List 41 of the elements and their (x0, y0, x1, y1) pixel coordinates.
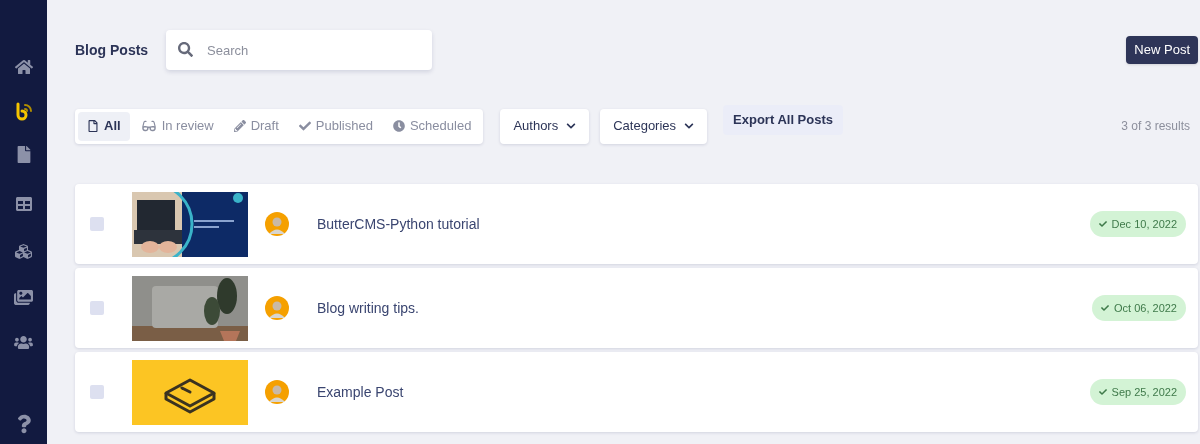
users-icon[interactable] (14, 335, 33, 350)
avatar (265, 380, 289, 404)
glasses-icon (140, 120, 157, 132)
date-badge: Dec 10, 2022 (1089, 211, 1186, 237)
checkbox[interactable] (90, 301, 104, 315)
post-title[interactable]: Example Post (317, 381, 404, 403)
avatar (265, 212, 289, 236)
post-row[interactable]: ButterCMS-Python tutorial Dec 10, 2022 (75, 184, 1198, 264)
table-icon[interactable] (14, 196, 33, 212)
images-icon[interactable] (14, 289, 33, 306)
home-icon[interactable] (14, 58, 33, 76)
check-icon (298, 120, 311, 132)
cubes-icon[interactable] (14, 243, 33, 260)
check-icon (1101, 304, 1109, 312)
search-field[interactable]: Search (166, 30, 432, 70)
post-row[interactable]: Example Post Sep 25, 2022 (75, 352, 1198, 432)
filter-dropdown[interactable]: Categories (600, 108, 708, 144)
filter-dropdown[interactable]: Authors (500, 108, 590, 144)
date-badge: Oct 06, 2022 (1092, 295, 1186, 321)
page-title: Blog Posts (75, 40, 150, 60)
help-icon[interactable] (16, 414, 31, 434)
new-post-button[interactable]: New Post (1126, 36, 1198, 64)
status-tab[interactable]: All (78, 111, 130, 141)
clock-icon (392, 120, 405, 132)
post-row[interactable]: Blog writing tips. Oct 06, 2022 (75, 268, 1198, 348)
checkbox[interactable] (90, 217, 104, 231)
search-icon (178, 42, 193, 57)
post-title[interactable]: ButterCMS-Python tutorial (317, 213, 480, 235)
post-title[interactable]: Blog writing tips. (317, 297, 419, 319)
avatar (265, 296, 289, 320)
file-icon (87, 120, 99, 132)
chevron-down-icon (684, 121, 695, 131)
file-icon[interactable] (16, 146, 31, 163)
chevron-down-icon (566, 121, 577, 131)
result-count: 3 of 3 results (1121, 118, 1190, 135)
checkbox[interactable] (90, 385, 104, 399)
pencil-icon (233, 120, 246, 132)
date-badge: Sep 25, 2022 (1089, 379, 1186, 405)
check-icon (1098, 388, 1107, 396)
export-button[interactable]: Export All Posts (723, 105, 843, 135)
check-icon (1098, 220, 1107, 228)
